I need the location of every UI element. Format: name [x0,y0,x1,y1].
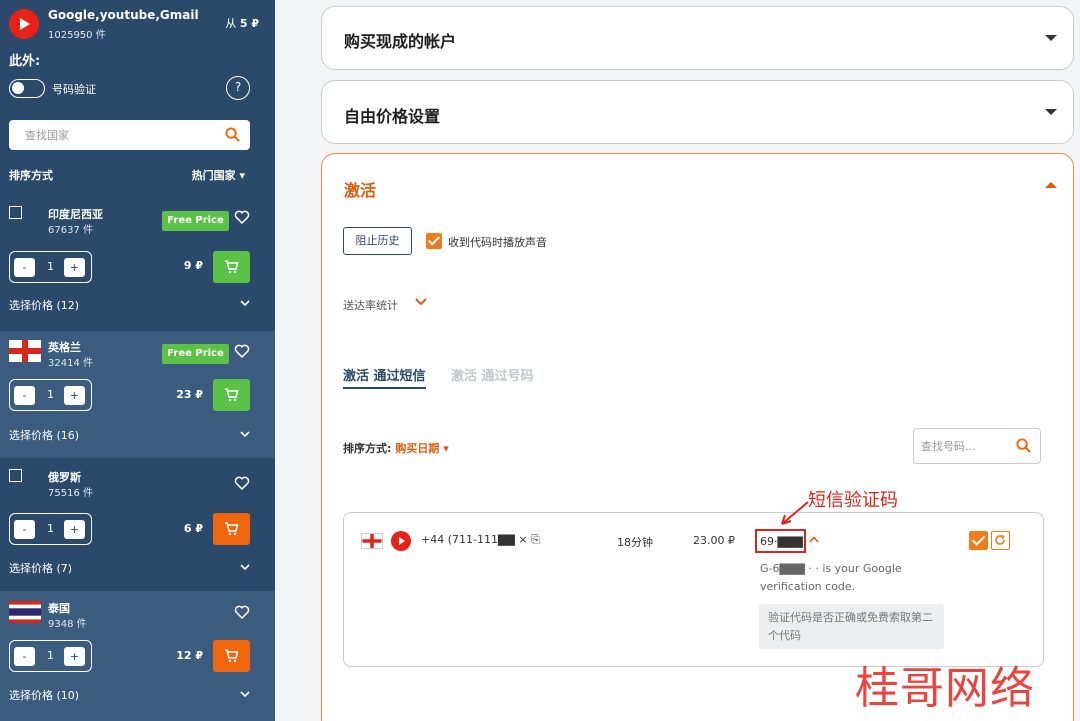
quantity-stepper: - 1 + [9,640,92,672]
caret-down-icon[interactable] [1045,35,1057,41]
country-count: 9348 件 [48,619,87,630]
checkbox[interactable] [9,206,22,219]
service-name: Google,youtube,Gmail [48,8,199,22]
minus-button[interactable]: - [14,258,35,277]
main-content: 购买现成的帐户 自由价格设置 激活 阻止历史 收到代码时播放声音 送达率统计 激… [275,0,1080,721]
number-search [913,428,1041,464]
minus-button[interactable]: - [14,520,35,539]
country-price: 9 ₽ [183,259,203,272]
service-price: 从 5 ₽ [225,15,259,31]
cart-icon [225,388,239,402]
watermark: 桂哥网络 [855,663,1035,714]
heart-icon[interactable] [234,343,250,359]
choose-price[interactable]: 选择价格 (16) [9,427,79,443]
panel-title: 购买现成的帐户 [344,32,457,51]
country-count: 75516 件 [48,488,93,499]
checkbox[interactable] [9,469,22,482]
also-label: 此外: [9,54,41,69]
cart-button[interactable] [213,640,250,672]
country-item-russia[interactable]: 俄罗斯 75516 件 - 1 + 6 ₽ 选择价格 (7) [0,458,275,591]
panel-free-price[interactable]: 自由价格设置 [321,80,1074,144]
toggle-label: 号码验证 [52,83,96,96]
caret-down-icon[interactable] [1045,109,1057,115]
heart-icon[interactable] [234,209,250,225]
england-flag-icon [9,340,41,362]
number-verify-toggle[interactable] [9,79,45,98]
country-search [9,120,250,150]
country-price: 23 ₽ [176,388,203,401]
chevron-down-icon[interactable] [240,300,250,306]
chevron-down-icon[interactable] [240,691,250,697]
service-header[interactable]: Google,youtube,Gmail 1025950 件 从 5 ₽ [9,6,267,42]
country-item-thailand[interactable]: 泰国 9348 件 - 1 + 12 ₽ 选择价格 (10) [0,591,275,721]
cart-icon [225,260,239,274]
country-item-england[interactable]: 英格兰 32414 件 Free Price - 1 + 23 ₽ 选择价格 (… [0,331,275,458]
country-count: 67637 件 [48,225,93,236]
country-name: 俄罗斯 [48,471,81,484]
annotation-label: 短信验证码 [808,490,898,511]
quantity-value: 1 [47,649,54,662]
quantity-stepper: - 1 + [9,513,92,545]
minus-button[interactable]: - [14,386,35,405]
chevron-down-icon[interactable] [240,564,250,570]
quantity-value: 1 [47,260,54,273]
cart-button[interactable] [213,251,250,283]
quantity-value: 1 [47,522,54,535]
cart-icon [225,649,239,663]
search-icon[interactable] [1016,438,1031,453]
choose-price[interactable]: 选择价格 (12) [9,297,79,313]
chevron-down-icon[interactable] [240,431,250,437]
country-price: 12 ₽ [176,649,203,662]
heart-icon[interactable] [234,475,250,491]
quantity-stepper: - 1 + [9,379,92,411]
sidebar: Google,youtube,Gmail 1025950 件 从 5 ₽ 此外:… [0,0,275,721]
free-price-badge[interactable]: Free Price [162,211,229,231]
quantity-value: 1 [47,388,54,401]
cart-icon [225,522,239,536]
quantity-stepper: - 1 + [9,251,92,283]
history-button[interactable]: 阻止历史 [343,227,412,255]
plus-button[interactable]: + [64,386,85,405]
heart-icon[interactable] [234,604,250,620]
country-name: 英格兰 [48,341,81,354]
plus-button[interactable]: + [64,520,85,539]
country-search-input[interactable] [9,120,219,150]
number-search-input[interactable] [914,429,1014,463]
minus-button[interactable]: - [14,647,35,666]
plus-button[interactable]: + [64,647,85,666]
cart-button[interactable] [213,513,250,545]
price-prefix: 从 [225,17,237,30]
panel-ready-accounts[interactable]: 购买现成的帐户 [321,6,1074,70]
help-icon[interactable]: ? [226,76,250,100]
free-price-badge[interactable]: Free Price [162,344,229,364]
cart-button[interactable] [213,379,250,411]
sort-label: 排序方式 [9,169,53,182]
country-name: 印度尼西亚 [48,208,103,221]
sort-dropdown[interactable]: 热门国家 ▾ [192,167,245,183]
sort-row: 排序方式 热门国家 ▾ [9,167,250,183]
country-item-indonesia[interactable]: 印度尼西亚 67637 件 Free Price - 1 + 9 ₽ 选择价格 … [0,198,275,331]
plus-button[interactable]: + [64,258,85,277]
thailand-flag-icon [9,601,41,623]
page: Google,youtube,Gmail 1025950 件 从 5 ₽ 此外:… [0,0,1080,721]
country-price: 6 ₽ [183,522,203,535]
search-icon[interactable] [225,127,240,142]
caret-up-icon[interactable] [1045,182,1057,188]
country-count: 32414 件 [48,358,93,369]
service-count: 1025950 件 [48,30,106,41]
panel-title: 自由价格设置 [344,107,441,126]
country-name: 泰国 [48,602,70,615]
choose-price[interactable]: 选择价格 (7) [9,560,72,576]
choose-price[interactable]: 选择价格 (10) [9,687,79,703]
youtube-icon [9,9,39,39]
panel-title[interactable]: 激活 [344,177,376,201]
price-value: 5 ₽ [239,17,259,30]
